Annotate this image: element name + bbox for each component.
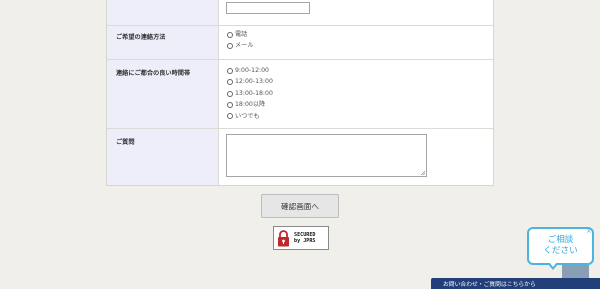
label-cell: ご質問 <box>107 129 219 185</box>
radio-option-time-3[interactable]: 13:00-18:00 <box>227 88 273 99</box>
question-label: ご質問 <box>116 139 135 146</box>
label-cell: ご希望の連絡方法 <box>107 26 219 59</box>
radio-option-email[interactable]: メール <box>227 41 254 52</box>
text-field[interactable] <box>226 2 310 14</box>
bubble-line1: ご相談 <box>547 235 574 246</box>
form-row-convenient-time: 連絡にご都合の良い時間帯 9:00-12:00 12:00-13:00 13:0… <box>107 60 493 129</box>
confirm-button[interactable]: 確認画面へ <box>261 194 339 218</box>
radio-option-time-4[interactable]: 18:00以降 <box>227 99 273 110</box>
label-cell <box>107 0 219 25</box>
close-icon[interactable]: × <box>586 228 592 235</box>
radio-button-icon[interactable] <box>227 101 233 108</box>
radio-label: 9:00-12:00 <box>235 67 269 74</box>
form-row-text-input <box>107 0 493 26</box>
jprs-seal-text: SECURED by JPRS <box>294 232 315 244</box>
scroll-to-top-button[interactable] <box>562 265 589 278</box>
label-cell: 連絡にご都合の良い時間帯 <box>107 60 219 128</box>
contact-method-label: ご希望の連絡方法 <box>116 34 166 41</box>
bubble-line2: ください <box>543 246 578 256</box>
padlock-icon <box>277 229 290 247</box>
radio-label: 12:00-13:00 <box>235 78 273 86</box>
radio-option-time-2[interactable]: 12:00-13:00 <box>227 76 273 87</box>
radio-button-icon[interactable] <box>227 90 233 97</box>
contact-form-table: ご希望の連絡方法 電話 メール 連絡にご都合の良い時間帯 9:00-12:00 <box>106 0 494 186</box>
radio-option-phone[interactable]: 電話 <box>227 30 254 41</box>
form-row-question: ご質問 <box>107 129 493 185</box>
contact-bar[interactable]: お問い合わせ・ご質問はこちらから <box>431 278 600 289</box>
question-textarea[interactable] <box>226 134 427 177</box>
jprs-ssl-seal[interactable]: SECURED by JPRS <box>273 226 329 250</box>
radio-label: 電話 <box>235 31 248 38</box>
jprs-line2: by JPRS <box>294 238 316 244</box>
radio-option-time-1[interactable]: 9:00-12:00 <box>227 65 273 76</box>
contact-method-options: 電話 メール <box>227 30 254 52</box>
radio-button-icon[interactable] <box>227 32 233 39</box>
radio-label: 18:00以降 <box>235 101 266 109</box>
radio-label: メール <box>235 41 254 49</box>
radio-button-icon[interactable] <box>227 67 233 74</box>
form-row-contact-method: ご希望の連絡方法 電話 メール <box>107 26 493 60</box>
convenient-time-options: 9:00-12:00 12:00-13:00 13:00-18:00 18:00… <box>227 65 273 122</box>
radio-label: 13:00-18:00 <box>235 89 273 97</box>
convenient-time-label: 連絡にご都合の良い時間帯 <box>116 70 191 77</box>
radio-button-icon[interactable] <box>227 43 233 50</box>
resize-grip-icon[interactable] <box>421 171 425 175</box>
contact-bar-label: お問い合わせ・ご質問はこちらから <box>443 282 536 288</box>
radio-label: いつでも <box>235 112 260 120</box>
radio-option-time-5[interactable]: いつでも <box>227 111 273 122</box>
bubble-tail-inner <box>549 262 557 267</box>
radio-button-icon[interactable] <box>227 113 233 120</box>
consultation-chat-bubble[interactable]: ご相談 ください <box>527 227 594 265</box>
radio-button-icon[interactable] <box>227 79 233 86</box>
